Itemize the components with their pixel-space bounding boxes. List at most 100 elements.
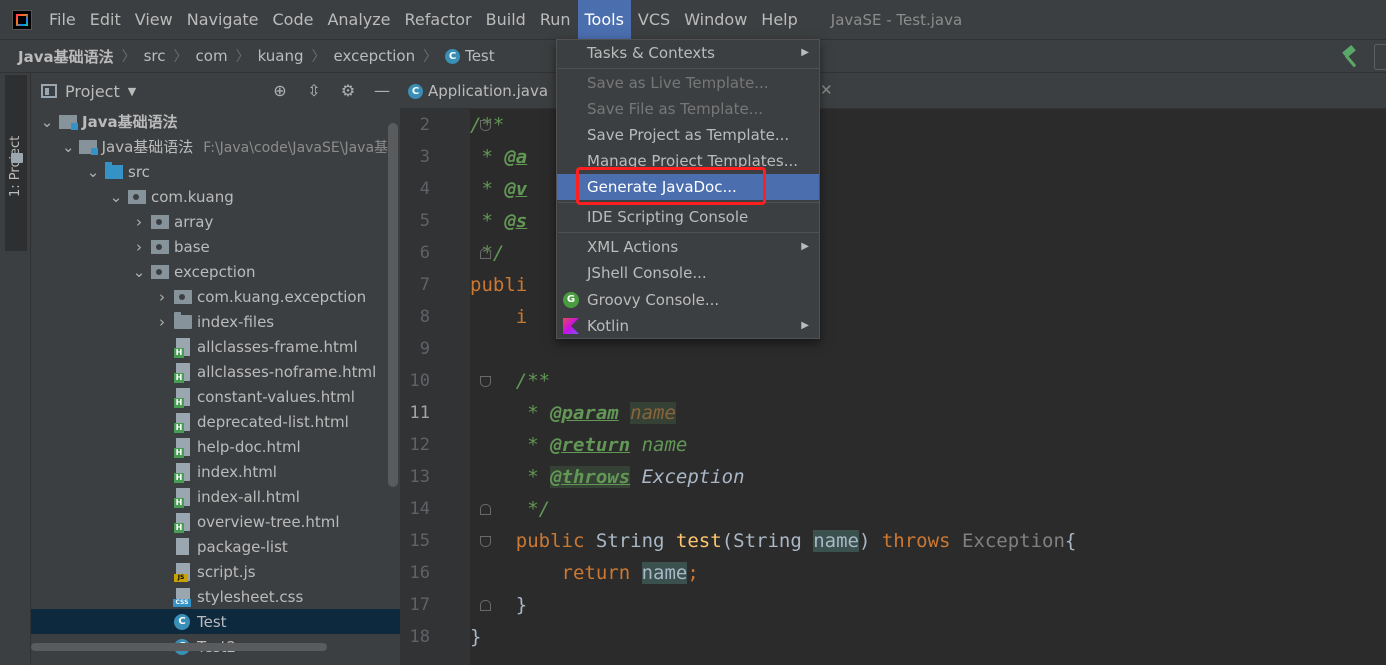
css-file-icon [173, 587, 191, 607]
tree-item[interactable]: › array [31, 209, 386, 234]
tree-item[interactable]: › base [31, 234, 386, 259]
tree-item[interactable]: ⌄ excepction [31, 259, 386, 284]
module-path-hint: F:\Java\code\JavaSE\Java基 [203, 139, 389, 156]
chevron-down-icon[interactable]: ⌄ [39, 113, 55, 131]
collapse-all-icon[interactable]: ⇳ [304, 81, 324, 101]
tree-item-label: com.kuang [151, 187, 234, 206]
menu-view[interactable]: View [128, 0, 180, 39]
tree-item[interactable]: script.js [31, 559, 386, 584]
tree-item[interactable]: ⌄ Java基础语法 F:\Java\code\JavaSE\Java基 [31, 134, 389, 159]
chevron-down-icon[interactable]: ⌄ [131, 263, 147, 281]
menu-item-tasks-contexts[interactable]: Tasks & Contexts ▶ [557, 40, 819, 66]
project-panel: Project ▼ ⊕ ⇳ ⚙ — ⌄ Java基础语法 ⌄ Java基础语法 F:\J… [31, 73, 400, 665]
build-hammer-icon[interactable] [1340, 46, 1362, 68]
tree-item[interactable]: stylesheet.css [31, 584, 386, 609]
tree-item-label: stylesheet.css [197, 587, 304, 606]
tree-item-label: array [174, 212, 214, 231]
locate-icon[interactable]: ⊕ [270, 81, 290, 101]
fold-end-icon[interactable] [480, 600, 491, 611]
menu-vcs[interactable]: VCS [631, 0, 677, 39]
window-title: JavaSE - Test.java [830, 10, 963, 29]
menu-item-jshell-console[interactable]: JShell Console... [557, 260, 819, 286]
menu-item-kotlin[interactable]: Kotlin ▶ [557, 313, 819, 339]
menu-tools[interactable]: Tools [577, 0, 631, 39]
chevron-down-icon[interactable]: ⌄ [85, 163, 101, 181]
tree-item[interactable]: allclasses-noframe.html [31, 359, 386, 384]
menu-refactor[interactable]: Refactor [398, 0, 479, 39]
menu-file[interactable]: File [42, 0, 83, 39]
project-panel-title[interactable]: Project [65, 82, 120, 101]
tree-item[interactable]: allclasses-frame.html [31, 334, 386, 359]
breadcrumb-item[interactable]: kuang [258, 47, 304, 65]
tree-item[interactable]: ⌄ src [31, 159, 386, 184]
breadcrumb-item[interactable]: com [196, 47, 228, 65]
tree-item[interactable]: ⌄ Java基础语法 [31, 109, 386, 134]
line-number: 2 [419, 115, 430, 135]
chevron-down-icon[interactable]: ⌄ [108, 188, 124, 206]
breadcrumb-item[interactable]: Test [465, 47, 495, 65]
tree-vertical-scrollbar[interactable] [388, 123, 398, 487]
editor-tab-bar: C Application.java ✕ [400, 73, 1386, 109]
line-number: 6 [419, 243, 430, 263]
menu-code[interactable]: Code [266, 0, 321, 39]
tree-item[interactable]: › com.kuang.excepction [31, 284, 386, 309]
tree-item[interactable]: Test [31, 609, 400, 634]
tree-item[interactable]: › index-files [31, 309, 386, 334]
code-line: * @return name [470, 429, 1386, 461]
gear-icon[interactable]: ⚙ [338, 81, 358, 101]
menu-run[interactable]: Run [533, 0, 578, 39]
tree-item[interactable]: package-list [31, 534, 386, 559]
html-file-icon [174, 437, 190, 458]
menu-item-save-project-as-template[interactable]: Save Project as Template... [557, 122, 819, 148]
fold-start-icon[interactable] [480, 376, 491, 387]
menu-help[interactable]: Help [754, 0, 804, 39]
source-folder-icon [105, 161, 123, 179]
minimize-icon[interactable]: — [372, 81, 392, 101]
tree-item[interactable]: index-all.html [31, 484, 386, 509]
chevron-down-icon[interactable]: ▼ [128, 85, 136, 98]
menu-build[interactable]: Build [479, 0, 533, 39]
menu-item-xml-actions[interactable]: XML Actions ▶ [557, 234, 819, 260]
line-number: 17 [409, 595, 430, 615]
tree-item[interactable]: constant-values.html [31, 384, 386, 409]
tree-horizontal-scrollbar[interactable] [31, 643, 327, 651]
menu-item-label: IDE Scripting Console [587, 208, 749, 226]
chevron-down-icon[interactable]: ⌄ [62, 138, 75, 156]
line-number: 5 [419, 211, 430, 231]
javadoc-tag: @return [550, 434, 631, 456]
menu-analyze[interactable]: Analyze [320, 0, 397, 39]
code-comment: * [470, 402, 551, 424]
fold-end-icon[interactable] [480, 248, 491, 259]
fold-start-icon[interactable] [480, 120, 491, 131]
code-keyword: publi [470, 274, 528, 296]
code-text: (String [721, 530, 814, 552]
code-comment: * [470, 178, 505, 200]
groovy-icon [563, 292, 579, 308]
tree-item[interactable]: ⌄ com.kuang [31, 184, 386, 209]
menu-item-ide-scripting-console[interactable]: IDE Scripting Console [557, 204, 819, 230]
chevron-right-icon[interactable]: › [131, 238, 147, 256]
close-icon[interactable]: ✕ [820, 81, 833, 99]
menu-edit[interactable]: Edit [83, 0, 128, 39]
menu-item-label: Save as Live Template... [587, 74, 769, 92]
tree-item[interactable]: index.html [31, 459, 386, 484]
breadcrumb-item[interactable]: src [144, 47, 166, 65]
project-tool-tab[interactable]: 1: Project [5, 75, 27, 251]
menu-navigate[interactable]: Navigate [180, 0, 266, 39]
fold-start-icon[interactable] [480, 536, 491, 547]
breadcrumb-item[interactable]: Java基础语法 [18, 46, 114, 67]
chevron-right-icon[interactable]: › [154, 313, 170, 331]
html-file-icon [174, 512, 190, 533]
kotlin-icon [563, 318, 579, 334]
chevron-right-icon[interactable]: › [131, 213, 147, 231]
breadcrumb-item[interactable]: excepction [334, 47, 416, 65]
menu-window[interactable]: Window [677, 0, 754, 39]
tab-application-java[interactable]: C Application.java [408, 73, 548, 109]
fold-end-icon[interactable] [480, 504, 491, 515]
tree-item[interactable]: deprecated-list.html [31, 409, 386, 434]
tree-item[interactable]: help-doc.html [31, 434, 386, 459]
tree-item[interactable]: overview-tree.html [31, 509, 386, 534]
run-config-selector[interactable] [1374, 44, 1386, 70]
menu-item-groovy-console[interactable]: Groovy Console... [557, 287, 819, 313]
chevron-right-icon[interactable]: › [154, 288, 170, 306]
